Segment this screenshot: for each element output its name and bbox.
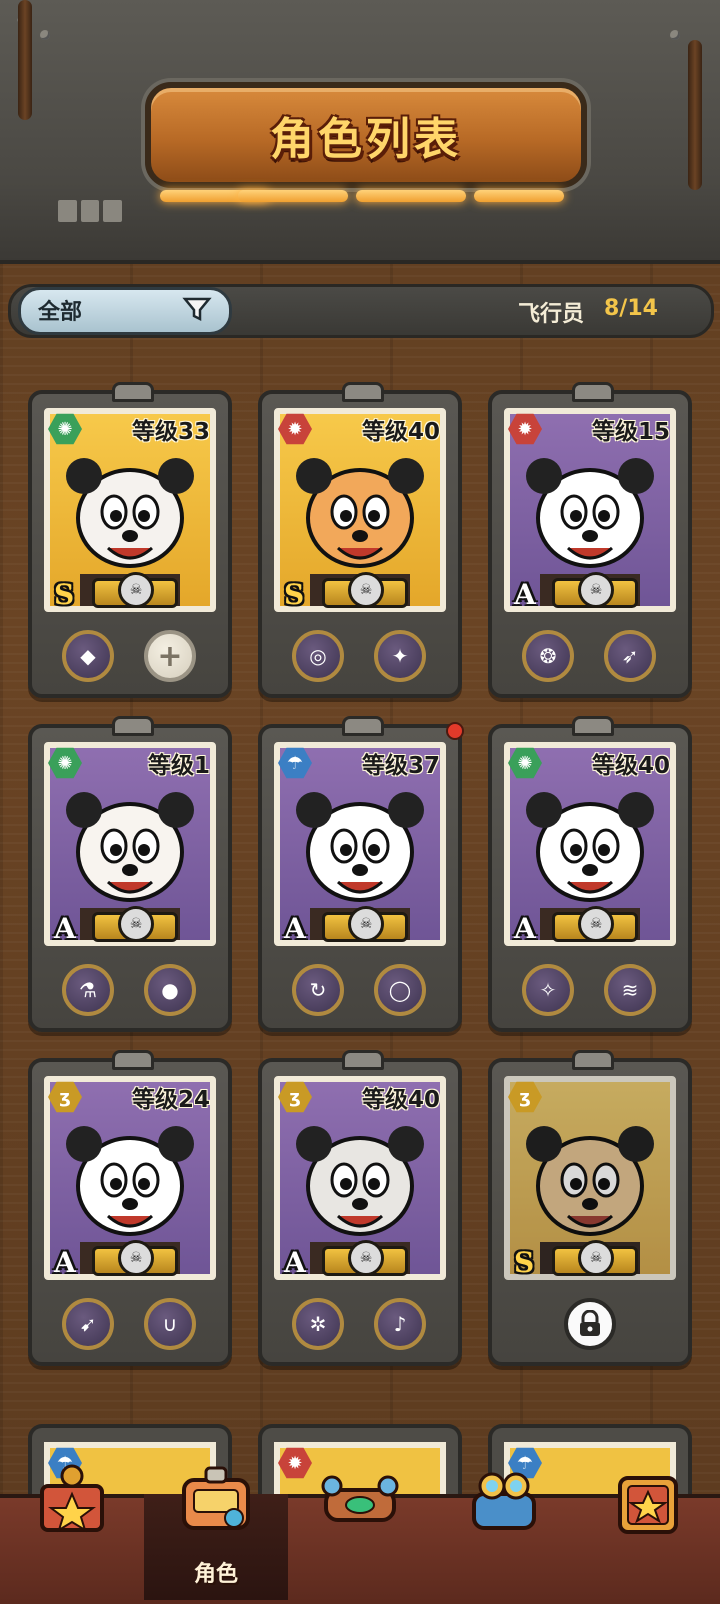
- goggles-helmet-icon: [472, 1472, 536, 1530]
- equipment-slot-magnet-icon[interactable]: ∪: [144, 1298, 196, 1350]
- character-level: 等级24: [131, 1087, 210, 1113]
- rarity-rank: A: [514, 912, 536, 945]
- equipment-slot-orb-icon[interactable]: ●: [144, 964, 196, 1016]
- skull-emblem-icon: ☠: [348, 906, 384, 942]
- rarity-rank: S: [54, 578, 75, 611]
- skull-emblem-icon: ☠: [118, 572, 154, 608]
- nav-label: 角色: [193, 1562, 238, 1587]
- character-card[interactable]: ✺ 等级1 ☠ A ⚗ ●: [28, 716, 232, 1032]
- equipment-slot-horn-icon[interactable]: ♪: [374, 1298, 426, 1350]
- character-card[interactable]: ✹ 等级15 ☠ A ❂ ➶: [488, 382, 692, 698]
- card-clip: [572, 716, 614, 736]
- equipment-slot-missile-icon[interactable]: ➹: [62, 1298, 114, 1350]
- nav-collection[interactable]: [576, 1476, 720, 1600]
- character-level: 等级37: [361, 753, 440, 779]
- nav-pilot[interactable]: [432, 1472, 576, 1600]
- equipment-slot-cycle-icon[interactable]: ↻: [292, 964, 344, 1016]
- vent-decoration: [58, 200, 123, 222]
- character-level: 等级40: [591, 753, 670, 779]
- filter-label: 全部: [38, 300, 83, 325]
- skull-emblem-icon: ☠: [118, 1240, 154, 1276]
- light-bar: [474, 190, 564, 202]
- character-card[interactable]: ʒ 等级24 ☠ A ➹ ∪: [28, 1050, 232, 1366]
- character-card[interactable]: ✺ 等级33 ☠ S ◆ +: [28, 382, 232, 698]
- add-equipment-button[interactable]: +: [144, 630, 196, 682]
- character-card[interactable]: ✺ 等级40 ☠ A ✧ ≋: [488, 716, 692, 1032]
- page-title: 角色列表: [270, 114, 462, 165]
- equipment-slot-beetle-icon[interactable]: ✦: [374, 630, 426, 682]
- notification-dot: [446, 722, 464, 740]
- character-level: 等级40: [361, 419, 440, 445]
- skull-emblem-icon: ☠: [578, 906, 614, 942]
- rarity-rank: S: [514, 1246, 535, 1279]
- rarity-rank: S: [284, 578, 305, 611]
- equipment-slot-whirl-icon[interactable]: ✲: [292, 1298, 344, 1350]
- rarity-rank: A: [54, 912, 76, 945]
- card-clip: [112, 1050, 154, 1070]
- skull-emblem-icon: ☠: [578, 572, 614, 608]
- skull-emblem-icon: ☠: [348, 1240, 384, 1276]
- card-clip: [112, 382, 154, 402]
- character-card[interactable]: ☂ 等级37 ☠ A ↻ ◯: [258, 716, 464, 1032]
- light-bar: [356, 190, 466, 202]
- character-card[interactable]: ʒ 等级40 ☠ A ✲ ♪: [258, 1050, 462, 1366]
- card-clip: [112, 716, 154, 736]
- star-book-icon: [618, 1476, 678, 1534]
- character-card[interactable]: ✹ 等级40 ☠ S ◎ ✦: [258, 382, 462, 698]
- character-card[interactable]: ʒ ☠ S: [488, 1050, 692, 1366]
- equipment-slot-rocket-icon[interactable]: ➶: [604, 630, 656, 682]
- skull-emblem-icon: ☠: [578, 1240, 614, 1276]
- card-clip: [342, 716, 384, 736]
- pilot-count-value: 8/14: [604, 296, 658, 321]
- card-clip: [342, 1050, 384, 1070]
- rivet: [670, 30, 680, 40]
- card-clip: [342, 382, 384, 402]
- rarity-rank: A: [284, 1246, 306, 1279]
- equipment-slot-gem-icon[interactable]: ✧: [522, 964, 574, 1016]
- pipe-decoration: [688, 40, 702, 190]
- lock-icon[interactable]: [564, 1298, 616, 1350]
- card-clip: [572, 382, 614, 402]
- rarity-rank: A: [54, 1246, 76, 1279]
- equipment-slot-bottle-icon[interactable]: ⚗: [62, 964, 114, 1016]
- equipment-slot-crystal-icon[interactable]: ◆: [62, 630, 114, 682]
- rarity-rank: A: [284, 912, 306, 945]
- equipment-slot-coil-icon[interactable]: ≋: [604, 964, 656, 1016]
- lock-icon-glyph: [580, 1310, 600, 1336]
- rivet: [40, 30, 50, 40]
- plane-console-icon: [321, 1475, 399, 1522]
- character-level: 等级40: [361, 1087, 440, 1113]
- character-bag-icon: [182, 1466, 250, 1530]
- nav-plane[interactable]: [288, 1475, 432, 1600]
- equipment-slot-saturn-icon[interactable]: ◎: [292, 630, 344, 682]
- skull-emblem-icon: ☠: [348, 572, 384, 608]
- rarity-rank: A: [514, 578, 536, 611]
- title-plate: 角色列表: [145, 82, 587, 188]
- character-level: 等级1: [147, 753, 210, 779]
- light-bar: [238, 190, 348, 202]
- skull-emblem-icon: ☠: [118, 906, 154, 942]
- nav-shop[interactable]: [0, 1464, 144, 1600]
- nav-roles[interactable]: 角色: [144, 1466, 288, 1600]
- equipment-slot-wing-badge-icon[interactable]: ❂: [522, 630, 574, 682]
- character-level: 等级15: [591, 419, 670, 445]
- pilot-count-label: 飞行员: [518, 302, 585, 327]
- pipe-decoration: [18, 0, 32, 120]
- card-clip: [572, 1050, 614, 1070]
- treasure-box-icon: [40, 1464, 104, 1533]
- equipment-slot-ring-icon[interactable]: ◯: [374, 964, 426, 1016]
- character-level: 等级33: [131, 419, 210, 445]
- filter-funnel-icon[interactable]: [182, 294, 212, 324]
